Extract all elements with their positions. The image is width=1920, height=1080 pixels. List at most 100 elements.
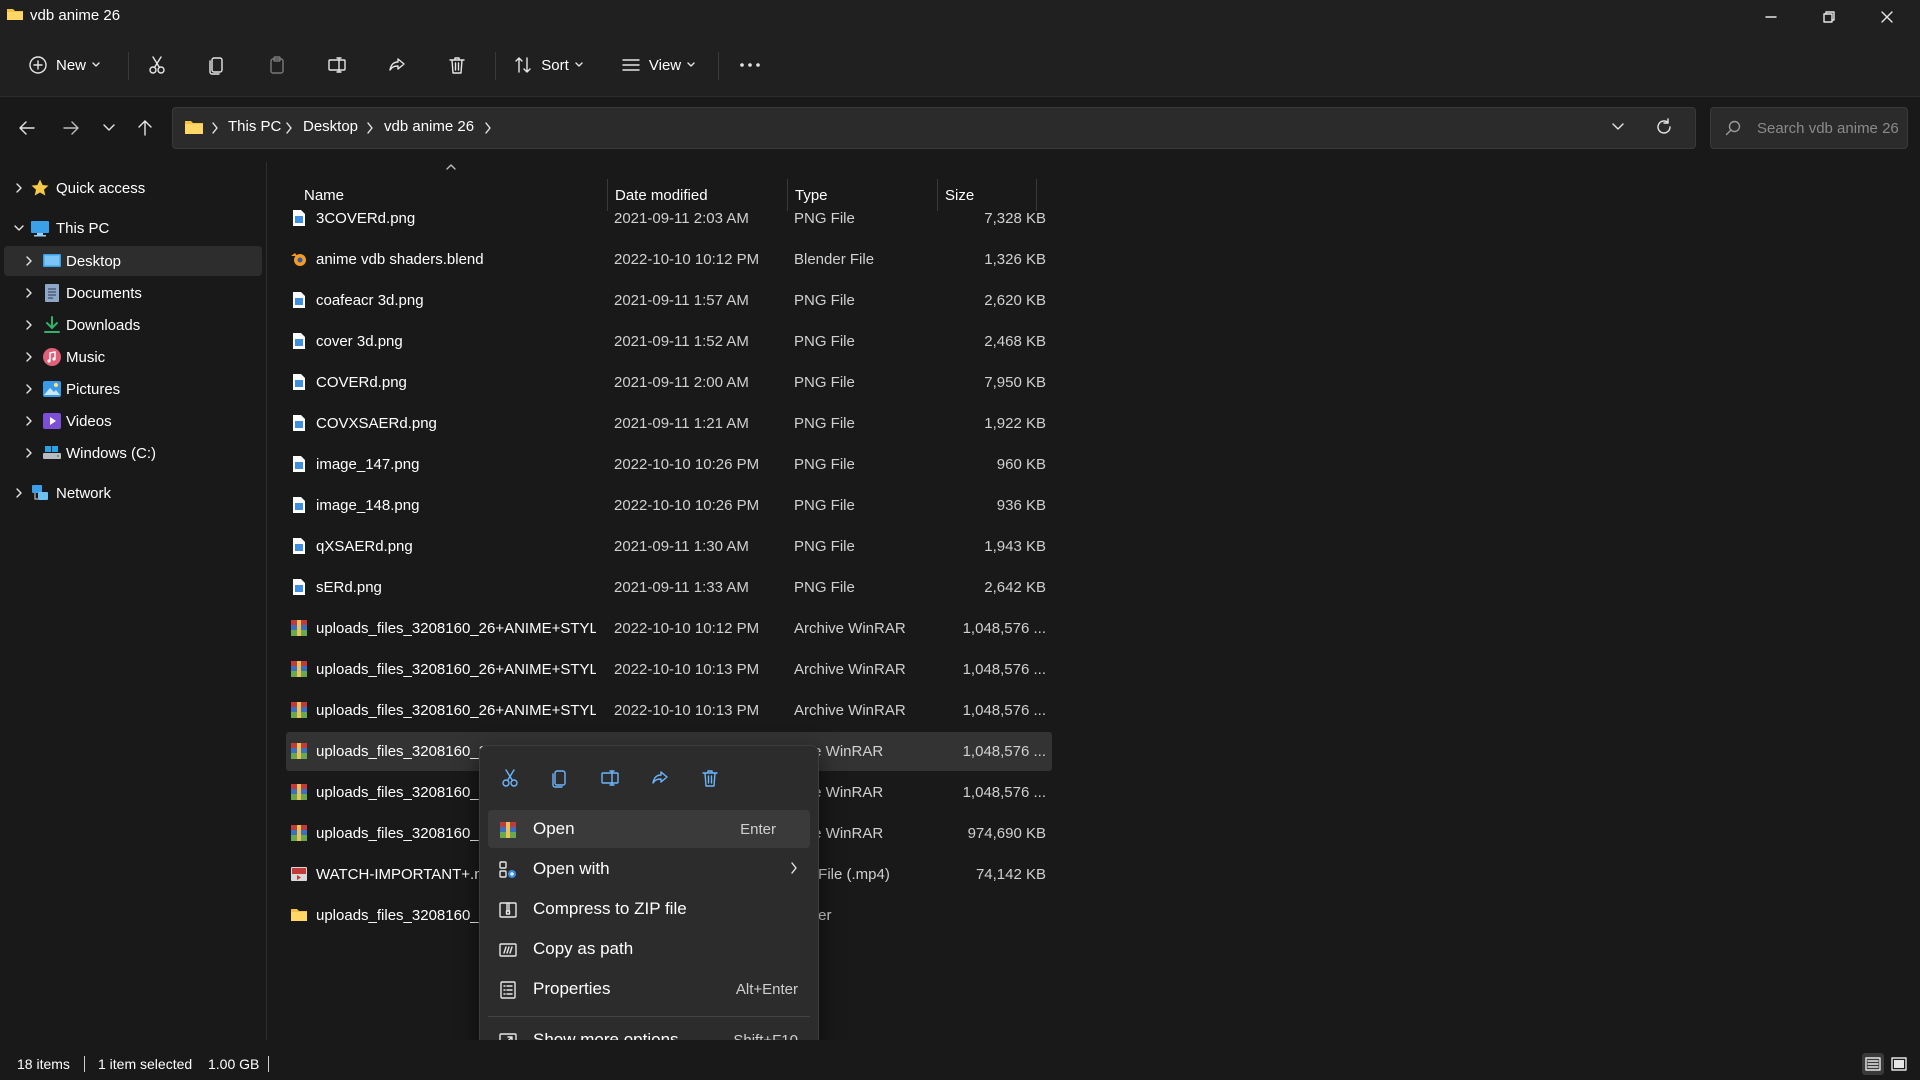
cut-button[interactable] xyxy=(139,47,175,83)
sidebar-item-desktop[interactable]: Desktop xyxy=(4,246,262,276)
file-row[interactable]: uploads_files_3208160_26+ANIME+STYL... 20… xyxy=(286,609,1052,648)
file-row[interactable]: uploads_files_3208160_26+ANIME+STYL... 20… xyxy=(286,650,1052,689)
view-icon xyxy=(621,55,641,75)
copy-button[interactable] xyxy=(199,47,235,83)
context-cut-button[interactable] xyxy=(490,760,530,796)
toolbar-separator xyxy=(495,52,496,80)
file-row[interactable]: uploads_files_3208160_26+ANIME+STYL... 20… xyxy=(286,691,1052,730)
context-delete-button[interactable] xyxy=(690,760,730,796)
context-item-shortcut: Alt+Enter xyxy=(735,981,798,998)
file-type: PNG File xyxy=(794,333,855,350)
address-history-button[interactable] xyxy=(1611,120,1625,134)
breadcrumb-current-folder[interactable]: vdb anime 26 xyxy=(384,118,474,135)
rename-button[interactable] xyxy=(319,47,355,83)
file-date: 2021-09-11 1:30 AM xyxy=(614,538,749,555)
png-file-icon xyxy=(290,414,308,432)
close-button[interactable] xyxy=(1858,0,1916,34)
details-view-button[interactable] xyxy=(1862,1053,1884,1075)
file-type: Blender File xyxy=(794,251,875,268)
chevron-right-icon[interactable] xyxy=(12,486,26,500)
chevron-right-icon[interactable] xyxy=(22,414,36,428)
sidebar-item-quick-access[interactable]: Quick access xyxy=(4,173,262,203)
share-button[interactable] xyxy=(379,47,415,83)
file-row[interactable]: COVERd.png 2021-09-11 2:00 AM PNG File 7,95… xyxy=(286,363,1052,402)
address-bar[interactable]: This PC Desktop vdb anime 26 xyxy=(172,107,1696,149)
context-copy-button[interactable] xyxy=(540,760,580,796)
file-row[interactable]: cover 3d.png 2021-09-11 1:52 AM PNG File 2,… xyxy=(286,322,1052,361)
file-type: Archive WinRAR xyxy=(794,620,906,637)
sort-button[interactable]: Sort xyxy=(506,47,590,83)
paste-button[interactable] xyxy=(259,47,295,83)
file-row[interactable]: coafeacr 3d.png 2021-09-11 1:57 AM PNG Fil… xyxy=(286,281,1052,320)
chevron-right-icon[interactable] xyxy=(22,350,36,364)
refresh-button[interactable] xyxy=(1655,118,1673,136)
context-rename-button[interactable] xyxy=(590,760,630,796)
back-button[interactable] xyxy=(10,111,44,145)
file-size: 1,048,576 ... xyxy=(962,661,1046,678)
context-properties[interactable]: Properties Alt+Enter xyxy=(488,970,810,1008)
chevron-down-icon[interactable] xyxy=(12,221,26,235)
file-name: sERd.png xyxy=(316,579,382,596)
new-button[interactable]: New xyxy=(20,47,108,83)
file-row[interactable]: image_148.png 2022-10-10 10:26 PM PNG File… xyxy=(286,486,1052,525)
file-row[interactable]: qXSAERd.png 2021-09-11 1:30 AM PNG File 1,9… xyxy=(286,527,1052,566)
plus-circle-icon xyxy=(28,55,48,75)
sidebar-item-network[interactable]: Network xyxy=(4,478,262,508)
restore-button[interactable] xyxy=(1800,0,1858,34)
search-input[interactable] xyxy=(1757,108,1902,148)
cut-icon xyxy=(500,768,520,788)
large-icons-view-button[interactable] xyxy=(1888,1053,1910,1075)
video-file-icon xyxy=(290,865,308,883)
file-size: 974,690 KB xyxy=(967,825,1046,842)
new-label: New xyxy=(55,56,86,74)
sidebar-item-this-pc[interactable]: This PC xyxy=(4,213,262,243)
winrar-archive-icon xyxy=(290,701,308,719)
more-button[interactable] xyxy=(732,47,768,83)
chevron-right-icon[interactable] xyxy=(22,254,36,268)
file-row[interactable]: sERd.png 2021-09-11 1:33 AM PNG File 2,642 … xyxy=(286,568,1052,607)
minimize-button[interactable] xyxy=(1742,0,1800,34)
sidebar-item-videos[interactable]: Videos xyxy=(4,406,262,436)
sidebar-item-downloads[interactable]: Downloads xyxy=(4,310,262,340)
winrar-archive-icon xyxy=(290,742,308,760)
file-row[interactable]: 3COVERd.png 2021-09-11 2:03 AM PNG File 7,3… xyxy=(286,199,1052,238)
search-box[interactable] xyxy=(1710,107,1908,149)
forward-button[interactable] xyxy=(54,111,88,145)
file-size: 960 KB xyxy=(996,456,1046,473)
sidebar-item-documents[interactable]: Documents xyxy=(4,278,262,308)
file-size: 7,950 KB xyxy=(984,374,1046,391)
file-type: PNG File xyxy=(794,374,855,391)
view-button[interactable]: View xyxy=(614,47,702,83)
sidebar-item-windows-c[interactable]: Windows (C:) xyxy=(4,438,262,468)
sidebar-item-music[interactable]: Music xyxy=(4,342,262,372)
file-name: COVXSAERd.png xyxy=(316,415,437,432)
context-open-with[interactable]: Open with xyxy=(488,850,810,888)
selection-size: 1.00 GB xyxy=(208,1056,260,1072)
chevron-right-icon[interactable] xyxy=(285,122,293,134)
chevron-right-icon[interactable] xyxy=(12,181,26,195)
file-row[interactable]: image_147.png 2022-10-10 10:26 PM PNG File… xyxy=(286,445,1052,484)
file-row[interactable]: COVXSAERd.png 2021-09-11 1:21 AM PNG File 1… xyxy=(286,404,1052,443)
delete-button[interactable] xyxy=(439,47,475,83)
context-share-button[interactable] xyxy=(640,760,680,796)
chevron-right-icon[interactable] xyxy=(22,318,36,332)
breadcrumb-this-pc[interactable]: This PC xyxy=(228,118,281,135)
chevron-right-icon[interactable] xyxy=(366,122,374,134)
refresh-icon xyxy=(1657,118,1671,134)
navigation-pane: Quick access This PC Desktop Documents D… xyxy=(0,162,267,1040)
file-name: 3COVERd.png xyxy=(316,210,416,227)
context-copy-as-path[interactable]: Copy as path xyxy=(488,930,810,968)
file-row[interactable]: anime vdb shaders.blend 2022-10-10 10:12 … xyxy=(286,240,1052,279)
file-size: 2,642 KB xyxy=(984,579,1046,596)
chevron-right-icon xyxy=(790,862,798,874)
context-open[interactable]: Open Enter xyxy=(488,810,810,848)
sidebar-item-pictures[interactable]: Pictures xyxy=(4,374,262,404)
chevron-right-icon[interactable] xyxy=(22,382,36,396)
breadcrumb-desktop[interactable]: Desktop xyxy=(303,118,358,135)
chevron-right-icon[interactable] xyxy=(22,286,36,300)
up-button[interactable] xyxy=(128,111,162,145)
context-compress-zip[interactable]: Compress to ZIP file xyxy=(488,890,810,928)
chevron-right-icon[interactable] xyxy=(22,446,36,460)
chevron-right-icon[interactable] xyxy=(484,122,492,134)
recent-locations-button[interactable] xyxy=(92,111,126,145)
